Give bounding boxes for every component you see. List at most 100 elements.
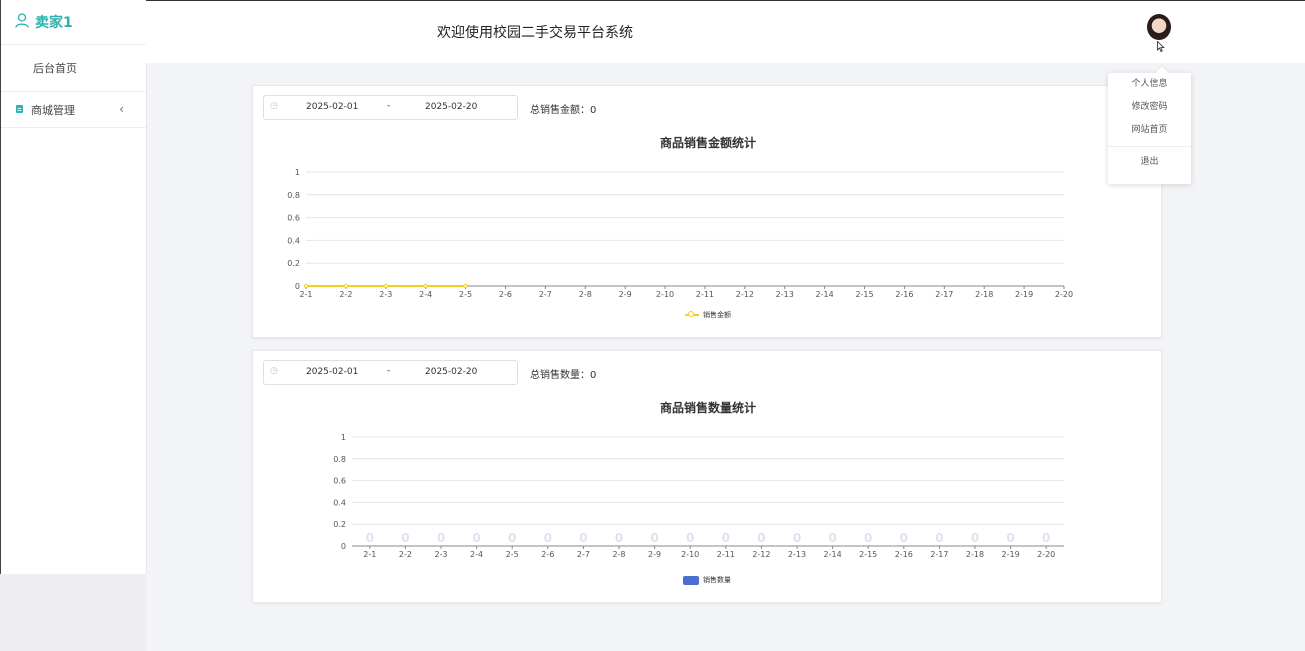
x-tick-label: 2-11	[717, 550, 735, 559]
x-tick-label: 2-5	[459, 290, 472, 299]
data-point	[423, 283, 428, 289]
y-tick-label: 1	[295, 168, 300, 177]
x-tick-label: 2-6	[499, 290, 512, 299]
data-point	[463, 283, 468, 289]
y-tick-label: 0.6	[333, 477, 346, 486]
data-label: 0	[472, 531, 480, 545]
x-tick-label: 2-16	[895, 290, 913, 299]
y-tick-label: 0.2	[333, 520, 346, 529]
x-tick-label: 2-20	[1037, 550, 1055, 559]
data-label: 0	[544, 531, 552, 545]
legend-line-swatch	[685, 311, 699, 317]
data-label: 0	[971, 531, 979, 545]
y-tick-label: 0.4	[287, 236, 300, 245]
menu-item-logout[interactable]: 退出	[1108, 151, 1191, 174]
data-label: 0	[508, 531, 516, 545]
x-tick-label: 2-5	[506, 550, 519, 559]
data-label: 0	[1006, 531, 1014, 545]
x-tick-label: 2-4	[470, 550, 483, 559]
x-tick-label: 2-1	[299, 290, 312, 299]
avatar[interactable]	[1147, 14, 1171, 40]
sidebar-item-mall-management[interactable]: 商城管理 ‹	[1, 92, 146, 128]
sidebar-item-label: 商城管理	[31, 103, 75, 117]
username: 卖家1	[35, 15, 73, 31]
data-label: 0	[1042, 531, 1050, 545]
x-tick-label: 2-18	[966, 550, 984, 559]
sales-amount-card: ◷ 2025-02-01 - 2025-02-20 总销售金额：0 商品销售金额…	[252, 85, 1162, 338]
x-tick-label: 2-13	[776, 290, 794, 299]
x-tick-label: 2-10	[681, 550, 699, 559]
menu-item-change-password[interactable]: 修改密码	[1108, 96, 1191, 119]
data-label: 0	[686, 531, 694, 545]
x-tick-label: 2-12	[736, 290, 754, 299]
y-tick-label: 0.8	[333, 455, 346, 464]
data-label: 0	[650, 531, 658, 545]
data-label: 0	[366, 531, 374, 545]
legend-bar-swatch	[683, 575, 699, 585]
x-tick-label: 2-14	[816, 290, 834, 299]
legend-label: 销售数量	[703, 576, 731, 584]
data-label: 0	[793, 531, 801, 545]
document-icon	[16, 103, 23, 116]
chart-legend[interactable]: 销售数量	[683, 575, 731, 585]
x-tick-label: 2-19	[1002, 550, 1020, 559]
chart-legend[interactable]: 销售金额	[685, 310, 731, 320]
y-tick-label: 0.2	[287, 259, 300, 268]
sales-amount-chart: 00.20.40.60.812-1 2-2 2-3 2-4 2-5 2-6 2-7 2-8 2-…	[287, 168, 1073, 299]
sidebar-item-label: 后台首页	[33, 62, 77, 75]
x-tick-label: 2-9	[619, 290, 632, 299]
x-tick-label: 2-3	[379, 290, 392, 299]
y-tick-label: 0	[341, 542, 346, 551]
sidebar-item-home[interactable]: 后台首页	[1, 45, 146, 92]
x-tick-label: 2-2	[399, 550, 412, 559]
sales-quantity-chart: 0 0.2 0.4 0.6 0.8 1 2-1 2-2 2-3 2-4 2-5 2-6 2-7 2-8 2-…	[333, 433, 1064, 559]
x-tick-label: 2-8	[579, 290, 592, 299]
menu-item-website-home[interactable]: 网站首页	[1108, 119, 1191, 142]
data-point	[383, 283, 388, 289]
data-label: 0	[722, 531, 730, 545]
x-tick-label: 2-15	[859, 550, 877, 559]
x-tick-label: 2-3	[434, 550, 447, 559]
menu-divider	[1108, 146, 1191, 147]
y-tick-label: 0.6	[287, 214, 300, 223]
x-tick-label: 2-17	[930, 550, 948, 559]
x-tick-label: 2-9	[648, 550, 661, 559]
user-icon	[15, 12, 29, 32]
x-tick-label: 2-7	[539, 290, 552, 299]
user-dropdown-menu: 个人信息 修改密码 网站首页 退出	[1108, 66, 1191, 184]
sidebar: 卖家1 后台首页 商城管理 ‹	[0, 0, 147, 574]
x-tick-label: 2-6	[541, 550, 554, 559]
x-tick-label: 2-11	[696, 290, 714, 299]
menu-item-profile[interactable]: 个人信息	[1108, 73, 1191, 96]
data-label: 0	[935, 531, 943, 545]
data-label: 0	[437, 531, 445, 545]
data-label: 0	[401, 531, 409, 545]
data-point	[343, 283, 348, 289]
x-tick-label: 2-8	[612, 550, 625, 559]
chevron-left-icon: ‹	[119, 102, 124, 116]
x-tick-label: 2-2	[339, 290, 352, 299]
sales-quantity-card: ◷ 2025-02-01 - 2025-02-20 总销售数量：0 商品销售数量…	[252, 350, 1162, 603]
header: 欢迎使用校园二手交易平台系统	[146, 0, 1305, 63]
y-tick-label: 1	[341, 433, 346, 442]
x-tick-label: 2-19	[1015, 290, 1033, 299]
data-label: 0	[828, 531, 836, 545]
data-label: 0	[757, 531, 765, 545]
x-tick-label: 2-7	[577, 550, 590, 559]
x-tick-label: 2-17	[935, 290, 953, 299]
data-label: 0	[615, 531, 623, 545]
legend-label: 销售金额	[703, 311, 731, 319]
page-title: 欢迎使用校园二手交易平台系统	[437, 25, 633, 41]
data-label: 0	[900, 531, 908, 545]
x-tick-label: 2-15	[855, 290, 873, 299]
x-tick-label: 2-18	[975, 290, 993, 299]
mouse-cursor-icon	[1157, 40, 1165, 55]
y-tick-label: 0.8	[287, 191, 300, 200]
x-tick-label: 2-12	[752, 550, 770, 559]
x-tick-label: 2-13	[788, 550, 806, 559]
data-point	[303, 283, 309, 289]
user-info: 卖家1	[1, 0, 146, 45]
x-tick-label: 2-20	[1055, 290, 1073, 299]
data-label: 0	[864, 531, 872, 545]
x-tick-label: 2-1	[363, 550, 376, 559]
